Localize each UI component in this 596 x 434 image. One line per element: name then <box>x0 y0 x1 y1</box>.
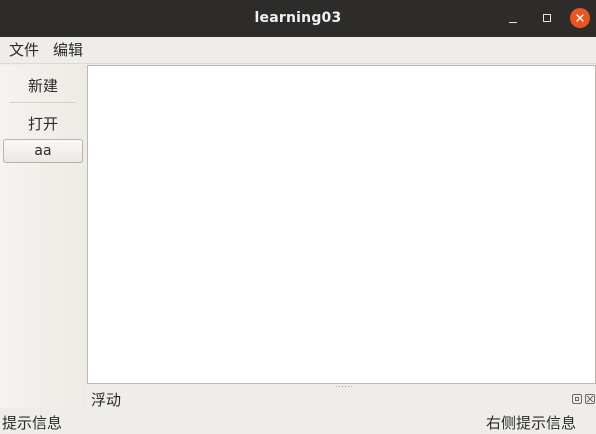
minimize-icon <box>509 21 517 23</box>
dock-close-icon[interactable] <box>585 394 595 404</box>
central-text-area[interactable] <box>87 65 596 384</box>
dock-widget: 浮动 <box>87 388 596 412</box>
toolbar-separator <box>10 102 76 103</box>
minimize-button[interactable] <box>502 7 524 29</box>
aa-button[interactable]: aa <box>3 139 83 163</box>
close-button[interactable] <box>569 7 591 29</box>
maximize-button[interactable] <box>536 7 558 29</box>
toolbar: 新建 打开 aa <box>0 65 86 408</box>
new-button[interactable]: 新建 <box>0 75 86 97</box>
close-icon <box>570 8 590 28</box>
menu-edit[interactable]: 编辑 <box>53 37 83 64</box>
maximize-icon <box>543 14 551 22</box>
status-permanent-message: 右侧提示信息 <box>485 414 576 432</box>
menu-bar: 文件 编辑 <box>0 37 596 64</box>
menu-file[interactable]: 文件 <box>9 37 39 64</box>
status-message: 提示信息 <box>2 414 63 432</box>
dock-title: 浮动 <box>91 391 122 409</box>
app-window: learning03 文件 编辑 新建 打开 aa 浮动 提示信息 右侧提示信息 <box>0 0 596 434</box>
status-bar: 提示信息 右侧提示信息 <box>0 412 596 434</box>
dock-float-icon[interactable] <box>572 394 582 404</box>
open-button[interactable]: 打开 <box>0 113 86 135</box>
title-bar[interactable]: learning03 <box>0 0 596 37</box>
